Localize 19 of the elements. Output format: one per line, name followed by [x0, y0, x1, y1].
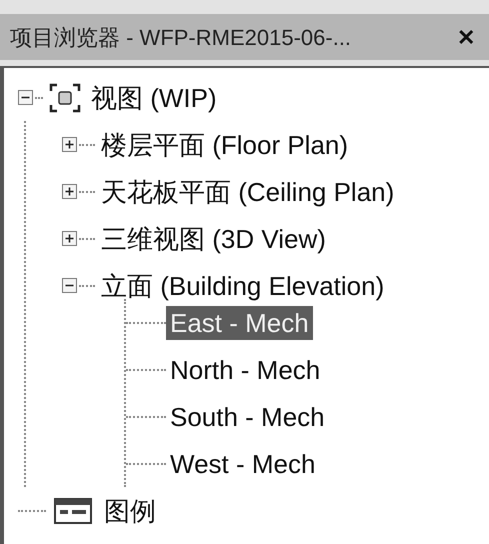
view-bracket-icon	[49, 82, 81, 112]
tree-item[interactable]: 立面 (Building Elevation)	[97, 268, 388, 302]
close-button[interactable]: ✕	[453, 20, 479, 54]
legend-icon	[54, 498, 92, 524]
tree-item[interactable]: 图例	[100, 494, 160, 528]
collapse-icon[interactable]	[18, 90, 33, 105]
tree-item[interactable]: 楼层平面 (Floor Plan)	[97, 128, 352, 162]
window-title: 项目浏览器 - WFP-RME2015-06-...	[10, 24, 352, 52]
tree-item[interactable]: 三维视图 (3D View)	[97, 222, 330, 256]
tree-item[interactable]: South - Mech	[166, 400, 329, 434]
collapse-icon[interactable]	[62, 278, 77, 293]
expand-icon[interactable]	[62, 184, 77, 199]
tree-item[interactable]: 视图 (WIP)	[87, 80, 221, 114]
expand-icon[interactable]	[62, 137, 77, 152]
tree-item[interactable]: North - Mech	[166, 352, 324, 386]
tree-item[interactable]: East - Mech	[166, 306, 313, 340]
tree-item[interactable]: 天花板平面 (Ceiling Plan)	[97, 174, 398, 208]
tree-item[interactable]: West - Mech	[166, 446, 320, 480]
expand-icon[interactable]	[62, 231, 77, 246]
